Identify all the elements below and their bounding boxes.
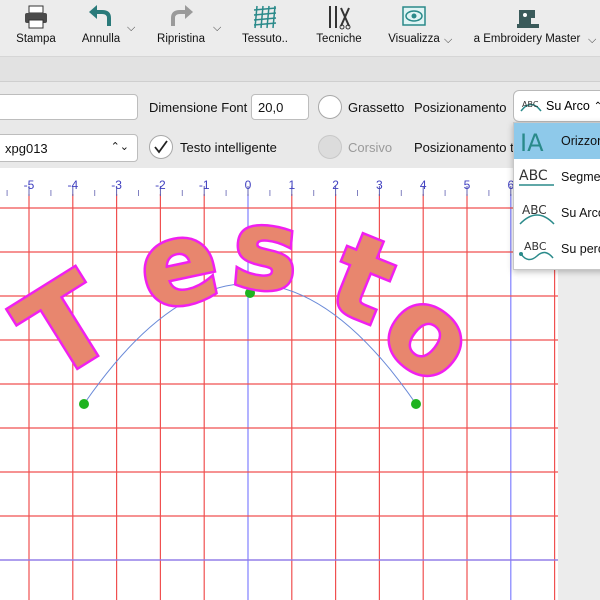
tools-icon [329,6,351,30]
bold-label: Grassetto [348,100,405,115]
tecniche-button[interactable]: Tecniche [312,4,366,52]
placement2-label: Posizionamento t [414,140,514,155]
dropdown-item-su-arco[interactable]: ABC Su Arco [514,195,600,231]
horizontal-text-icon: IA [520,129,544,156]
arc-text-icon: ABC [519,203,555,225]
smart-text-label: Testo intelligente [180,140,277,155]
ruler-label: 3 [376,178,383,192]
smart-text-checkbox[interactable] [149,135,173,159]
svg-text:ABC: ABC [524,240,547,253]
embroidery-letter: s [227,184,304,317]
arc-text-icon: ABC [520,100,542,112]
ruler-label: -1 [199,178,210,192]
redo-icon [171,5,193,26]
svg-text:ABC: ABC [522,100,539,109]
text-options-panel: Dimensione Font 20,0 Grassetto Posiziona… [0,82,600,169]
svg-text:IA: IA [520,129,544,156]
visualizza-button[interactable]: Visualizza [386,4,442,52]
embroidery-canvas[interactable]: -5 -4 -3 -2 -1 0 1 2 3 4 5 6 Te s t o [0,168,600,600]
placement-label: Posizionamento [414,100,507,115]
ruler-label: -5 [24,178,35,192]
chevron-down-icon[interactable]: ⌵ [444,34,452,47]
italic-label: Corsivo [348,140,393,155]
dropdown-item-su-percorso[interactable]: ABC Su perc [514,231,600,267]
path-text-icon: ABC [519,240,554,261]
chevron-updown-icon: ⌃⌄ [593,100,600,112]
ruler-label: -2 [155,178,166,192]
embroidery-letter: e [127,191,230,337]
embroidery-letter: T [0,248,136,407]
chevron-down-icon[interactable]: ⌵ [213,22,221,35]
grid: -5 -4 -3 -2 -1 0 1 2 3 4 5 6Tes to [0,178,600,600]
dropdown-item-orizzontale[interactable]: IA Orizzon [514,123,600,159]
placement-select[interactable]: ABC Su Arco ⌃⌄ [513,90,600,122]
printer-icon [25,5,47,29]
stampa-button[interactable]: Stampa [14,4,58,52]
chevron-down-icon[interactable]: ⌵ [127,22,135,35]
text-input[interactable] [0,94,138,120]
ripristina-button[interactable]: Ripristina [152,4,210,52]
toolbar-strip [0,57,600,82]
ruler-label: -3 [111,178,122,192]
ruler-label: 5 [464,178,471,192]
chevron-down-icon[interactable]: ⌵ [588,34,596,47]
ruler-label: 2 [332,178,339,192]
arc-handle [79,399,89,409]
bold-radio[interactable] [318,95,342,119]
font-size-input[interactable]: 20,0 [251,94,309,120]
annulla-button[interactable]: Annulla [78,4,124,52]
tessuto-button[interactable]: Tessuto.. [238,4,292,52]
sewing-machine-icon [517,10,539,28]
dropdown-item-segmento[interactable]: ABC Segme [514,159,600,195]
segment-text-icon: ABC [519,168,554,186]
embroidery-master-button[interactable]: a Embroidery Master [468,4,586,52]
placement-dropdown-list: IA Orizzon ABC Segme ABC Su Arco ABC Su … [513,122,600,270]
ruler-label: 4 [420,178,427,192]
checkmark-icon [154,140,168,154]
chevron-updown-icon: ⌃⌄ [110,141,129,153]
main-toolbar: Stampa Annulla ⌵ Ripristina ⌵ Tessuto.. [0,0,600,57]
undo-icon [89,5,111,26]
italic-radio[interactable] [318,135,342,159]
font-select[interactable]: xpg013 ⌃⌄ [0,134,138,162]
svg-text:ABC: ABC [519,168,548,184]
eye-icon [402,6,426,26]
ruler-label: -4 [67,178,78,192]
fabric-icon [253,5,277,29]
font-size-label: Dimensione Font [149,100,248,115]
